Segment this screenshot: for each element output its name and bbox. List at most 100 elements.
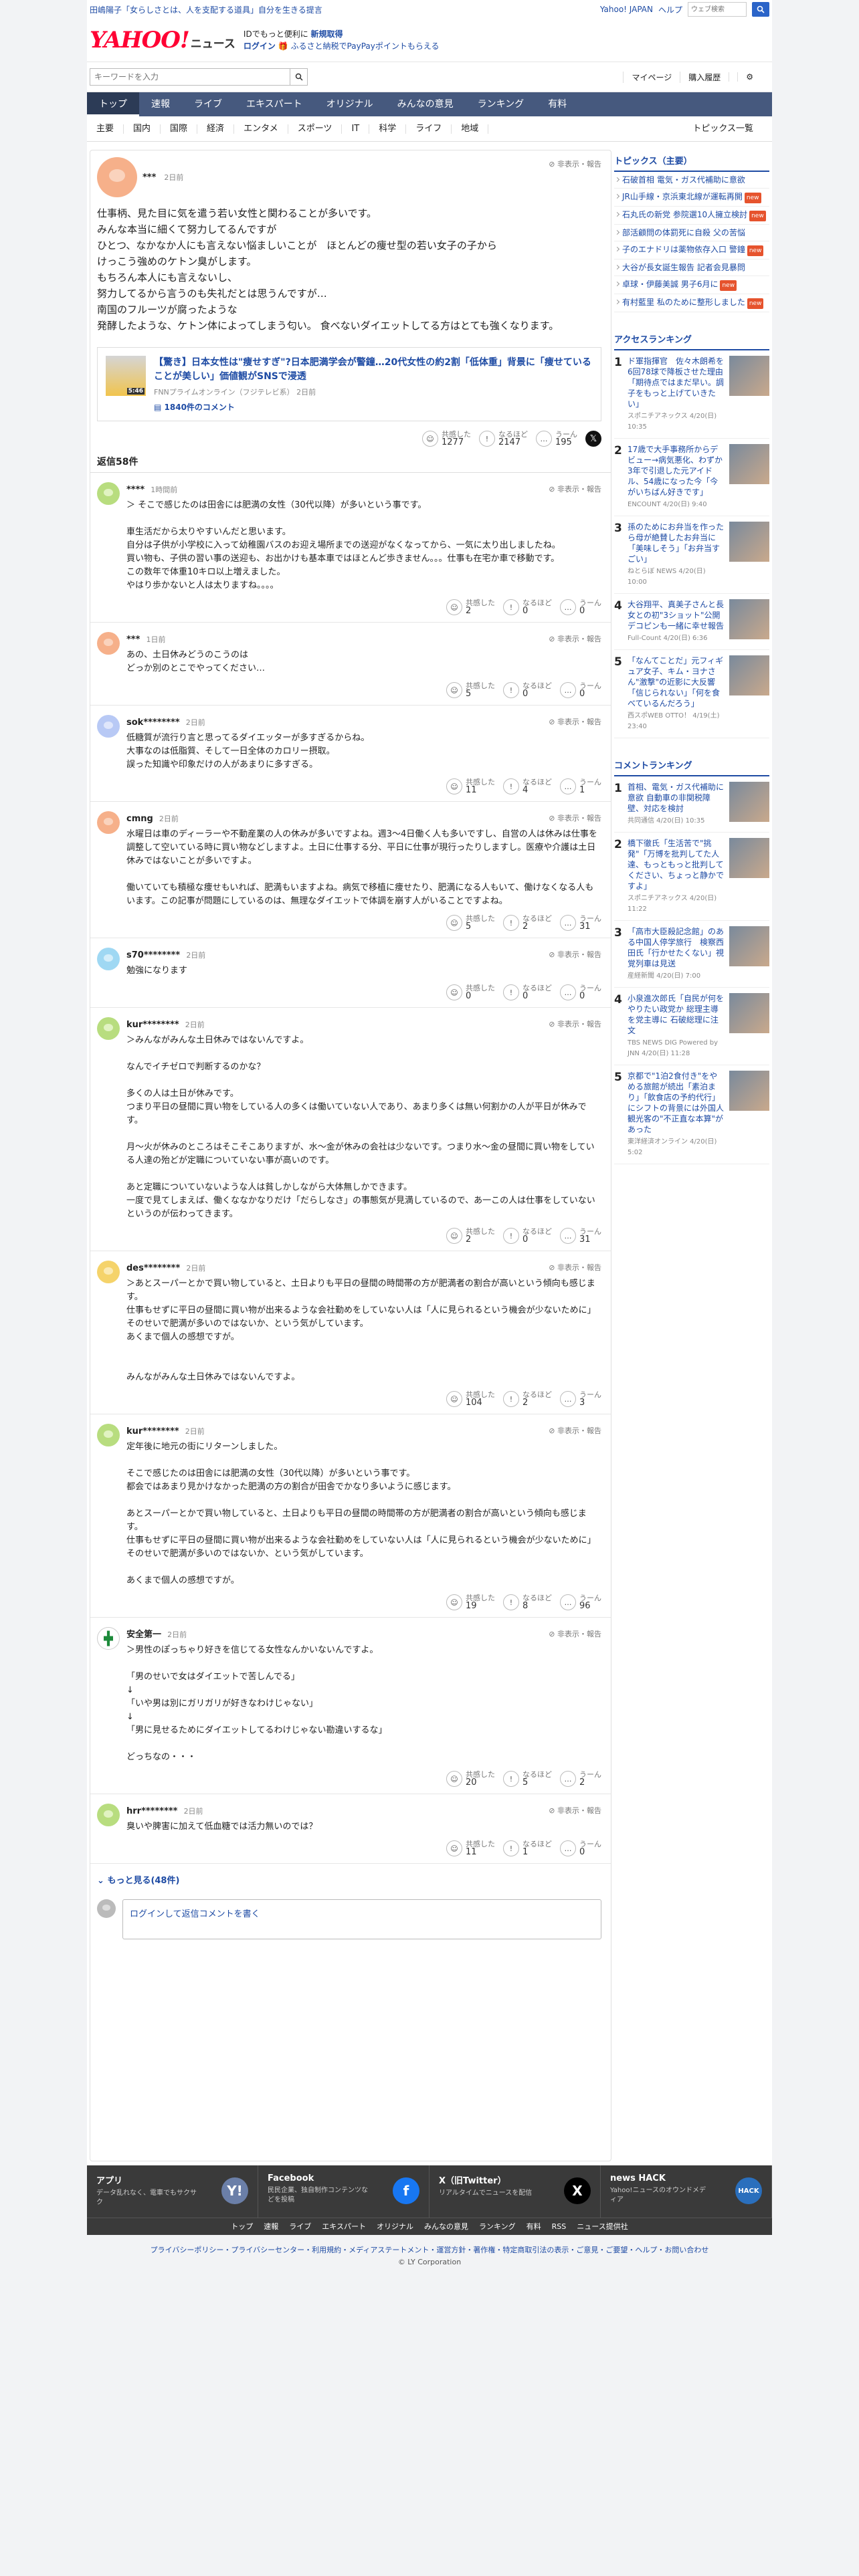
article-title[interactable]: 【驚き】日本女性は"痩せすぎ"?日本肥満学会が警鐘…20代女性の約2割「低体重」… [154,356,593,384]
nav-breaking[interactable]: 速報 [139,92,182,116]
insight-button[interactable]: ! なるほど 2 [503,915,552,931]
report-button[interactable]: ⊘ 非表示・報告 [549,949,601,960]
insight-button[interactable]: ! なるほど 0 [503,599,552,615]
footer-nav-item[interactable]: エキスパート [322,2218,366,2235]
show-more-button[interactable]: ⌄ もっと見る(48件) [90,1864,611,1895]
footer-nav-item[interactable]: ランキング [479,2218,516,2235]
hmm-button[interactable]: … うーん 3 [560,1391,601,1407]
cat-entertainment[interactable]: エンタメ [234,124,288,134]
topic-item[interactable]: 石破首相 電気・ガス代補助に意欲 [614,172,769,189]
hmm-button[interactable]: … うーん 195 [536,431,577,447]
hmm-button[interactable]: … うーん 0 [560,599,601,615]
cat-science[interactable]: 科学 [369,124,407,134]
empathy-button[interactable]: ☺ 共感した 104 [446,1391,495,1407]
article-card[interactable]: 5:46 【驚き】日本女性は"痩せすぎ"?日本肥満学会が警鐘…20代女性の約2割… [97,347,601,421]
footer-card[interactable]: X（旧Twitter） リアルタイムでニュースを配信 X [430,2165,601,2218]
insight-button[interactable]: ! なるほど 5 [503,1771,552,1787]
mypage-link[interactable]: マイページ [623,71,680,83]
footer-links[interactable]: プライバシーポリシー・プライバシーセンター・利用規約・メディアステートメント・運… [0,2235,859,2255]
cat-world[interactable]: 国際 [161,124,198,134]
report-button[interactable]: ⊘ 非表示・報告 [549,716,601,727]
hmm-button[interactable]: … うーん 31 [560,1228,601,1244]
cat-main[interactable]: 主要 [87,124,124,134]
footer-nav-item[interactable]: みんなの意見 [424,2218,468,2235]
empathy-button[interactable]: ☺ 共感した 5 [446,915,495,931]
nav-top[interactable]: トップ [87,92,139,116]
footer-nav-item[interactable]: ニュース提供社 [577,2218,628,2235]
keyword-search-button[interactable] [290,68,308,86]
footer-nav-item[interactable]: 速報 [264,2218,278,2235]
report-button[interactable]: ⊘ 非表示・報告 [549,1018,601,1029]
ranking-item[interactable]: 5 京都で"1泊2食付き"をやめる旅館が続出「素泊まり」「飲食店の予約代行」にシ… [614,1065,769,1164]
web-search-button[interactable] [752,2,769,17]
hmm-button[interactable]: … うーん 0 [560,1840,601,1856]
report-button[interactable]: ⊘ 非表示・報告 [549,158,601,169]
keyword-search-input[interactable] [90,68,290,86]
footer-nav-item[interactable]: トップ [231,2218,253,2235]
ranking-item[interactable]: 3 孫のためにお弁当を作ったら母が絶賛したお弁当に「美味しそう」「お弁当すごい」… [614,516,769,594]
ranking-item[interactable]: 1 ド軍指揮官 佐々木朗希を6回78球で降板させた理由「期待点ではまだ早い。調子… [614,350,769,439]
topic-item[interactable]: 部活顧問の体罰死に自殺 父の苦悩 [614,225,769,241]
report-button[interactable]: ⊘ 非表示・報告 [549,1805,601,1816]
nav-ranking[interactable]: ランキング [466,92,537,116]
empathy-button[interactable]: ☺ 共感した 19 [446,1594,495,1610]
insight-button[interactable]: ! なるほど 0 [503,984,552,1000]
empathy-button[interactable]: ☺ 共感した 20 [446,1771,495,1787]
empathy-button[interactable]: ☺ 共感した 11 [446,1840,495,1856]
cat-economy[interactable]: 経済 [197,124,235,134]
ranking-item[interactable]: 5 「なんてことだ」元フィギュア女子、キム・ヨナさん"激撃"の近影に大反響「信じ… [614,650,769,738]
footer-nav-item[interactable]: ライブ [289,2218,311,2235]
hmm-button[interactable]: … うーん 0 [560,984,601,1000]
ranking-item[interactable]: 2 橋下徹氏「生活苦で"挑発"「万博を批判してた人達、もっともっと批判してくださ… [614,833,769,921]
ranking-item[interactable]: 4 大谷翔平、真美子さんと長女との初"3ショット"公開 デコピンも一緒に幸せ報告… [614,594,769,650]
report-button[interactable]: ⊘ 非表示・報告 [549,633,601,644]
report-button[interactable]: ⊘ 非表示・報告 [549,1628,601,1639]
hmm-button[interactable]: … うーん 31 [560,915,601,931]
cat-sports[interactable]: スポーツ [288,124,343,134]
ranking-item[interactable]: 2 17歳で大手事務所からデビュー→病気悪化、わずか3年で引退した元アイドル、5… [614,439,769,516]
nav-original[interactable]: オリジナル [314,92,385,116]
x-share-icon[interactable]: 𝕏 [585,431,601,447]
topics-list-link[interactable]: トピックス一覧 [683,124,763,134]
report-button[interactable]: ⊘ 非表示・報告 [549,484,601,494]
empathy-button[interactable]: ☺ 共感した 0 [446,984,495,1000]
yahoo-japan-link[interactable]: Yahoo! JAPAN [600,5,653,14]
purchase-history-link[interactable]: 購入履歴 [680,71,729,83]
hmm-button[interactable]: … うーん 1 [560,778,601,794]
empathy-button[interactable]: ☺ 共感した 1277 [422,431,471,447]
login-link[interactable]: ログイン [244,41,276,51]
cat-domestic[interactable]: 国内 [124,124,161,134]
insight-button[interactable]: ! なるほど 0 [503,1228,552,1244]
topic-item[interactable]: 卓球・伊藤美誠 男子6月に new [614,276,769,294]
insight-button[interactable]: ! なるほど 2 [503,1391,552,1407]
ranking-item[interactable]: 1 首相、電気・ガス代補助に意欲 自動車の非関税障壁、対応を検討 共同通信 4/2… [614,776,769,833]
reply-input[interactable]: ログインして返信コメントを書く [122,1899,601,1939]
ranking-item[interactable]: 4 小泉進次郎氏「自民が何をやりたい政党か 総理主導を党主導に 石破総理に注文 T… [614,988,769,1065]
footer-card[interactable]: Facebook 民民企業、独自制作コンテンツなどを投稿 f [258,2165,430,2218]
hmm-button[interactable]: … うーん 2 [560,1771,601,1787]
nav-paid[interactable]: 有料 [536,92,579,116]
furusato-link[interactable]: ふるさと納税でPayPayポイントもらえる [291,41,440,51]
footer-card[interactable]: news HACK Yahoo!ニュースのオウンドメディア HACK [601,2165,772,2218]
article-comments[interactable]: ▤ 1840件のコメント [154,401,593,413]
ranking-item[interactable]: 3 「高市大臣殺記念館」のある中国人停学旅行 検察西田氏「行かせたくない」視覚列… [614,921,769,988]
help-link[interactable]: ヘルプ [658,4,682,15]
yahoo-news-logo[interactable]: YAHOO! ニュース [90,27,235,53]
empathy-button[interactable]: ☺ 共感した 2 [446,599,495,615]
insight-button[interactable]: ! なるほど 8 [503,1594,552,1610]
report-button[interactable]: ⊘ 非表示・報告 [549,1262,601,1273]
nav-opinions[interactable]: みんなの意見 [385,92,466,116]
footer-nav-item[interactable]: オリジナル [377,2218,413,2235]
topic-item[interactable]: 大谷が長女誕生報告 記者会見暴問 [614,259,769,276]
topic-item[interactable]: 子のエナドリは薬物依存入口 警鐘 new [614,241,769,259]
settings-button[interactable]: ⚙ [729,72,769,82]
insight-button[interactable]: ! なるほど 0 [503,682,552,698]
empathy-button[interactable]: ☺ 共感した 2 [446,1228,495,1244]
topic-item[interactable]: JR山手線・京浜東北線が運転再開 new [614,189,769,207]
topic-item[interactable]: 有村藍里 私のために整形しました new [614,294,769,312]
cat-life[interactable]: ライフ [406,124,452,134]
topic-item[interactable]: 石丸氏の新党 参院選10人擁立検討 new [614,207,769,225]
report-button[interactable]: ⊘ 非表示・報告 [549,813,601,823]
insight-button[interactable]: ! なるほど 2147 [479,431,528,447]
footer-nav-item[interactable]: 有料 [527,2218,541,2235]
